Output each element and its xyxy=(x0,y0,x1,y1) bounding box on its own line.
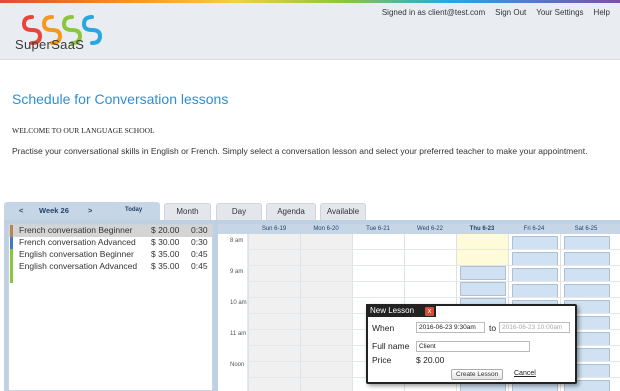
time-label: 8 am xyxy=(230,238,244,244)
settings-link[interactable]: Your Settings xyxy=(536,8,583,17)
sign-out-link[interactable]: Sign Out xyxy=(495,8,526,17)
help-link[interactable]: Help xyxy=(594,8,610,17)
welcome-heading: WELCOME TO OUR LANGUAGE SCHOOL xyxy=(12,126,155,135)
available-slot[interactable] xyxy=(460,282,506,296)
page-title: Schedule for Conversation lessons xyxy=(12,91,229,107)
service-price: $ 35.00 xyxy=(151,249,180,259)
service-price: $ 35.00 xyxy=(151,261,180,271)
available-slot[interactable] xyxy=(564,268,610,282)
available-slot[interactable] xyxy=(512,268,558,282)
service-item[interactable]: French conversation Beginner $ 20.00 0:30 xyxy=(9,225,212,237)
available-slot[interactable] xyxy=(512,236,558,250)
prev-week-button[interactable]: < xyxy=(19,206,23,215)
price-value: $ 20.00 xyxy=(416,355,445,365)
week-label: Week 26 xyxy=(39,206,69,215)
service-name: French conversation Advanced xyxy=(19,237,136,247)
time-label: 11 am xyxy=(230,331,247,337)
day-header[interactable]: Wed 6-22 xyxy=(404,224,456,234)
start-time-field[interactable]: 2016-06-23 9:30am xyxy=(416,322,485,333)
available-slot[interactable] xyxy=(512,284,558,298)
time-label: Noon xyxy=(230,362,245,368)
day-header[interactable]: Mon 6-20 xyxy=(300,224,352,234)
half-hour-line xyxy=(248,281,620,282)
brand-name: SuperSaaS xyxy=(15,37,85,52)
day-header[interactable]: Tue 6-21 xyxy=(352,224,404,234)
create-lesson-button[interactable]: Create Lesson xyxy=(451,369,504,380)
calendar-header: Sun 6-19 Mon 6-20 Tue 6-21 Wed 6-22 Thu 6-23… xyxy=(218,224,620,234)
cancel-link[interactable]: Cancel xyxy=(514,370,536,377)
tab-day[interactable]: Day xyxy=(216,203,262,220)
available-slot[interactable] xyxy=(460,266,506,280)
half-hour-line xyxy=(248,297,620,298)
time-label: 9 am xyxy=(230,269,244,275)
end-time-field[interactable]: 2016-06-23 10:00am xyxy=(499,322,570,333)
tab-month[interactable]: Month xyxy=(164,203,211,220)
service-duration: 0:45 xyxy=(191,249,208,259)
header: SuperSaaS Signed in as client@test.com S… xyxy=(0,3,620,60)
next-week-button[interactable]: > xyxy=(88,206,92,215)
day-header[interactable]: Fri 6-24 xyxy=(508,224,560,234)
available-slot[interactable] xyxy=(564,252,610,266)
service-item[interactable]: English conversation Advanced $ 35.00 0:45 xyxy=(9,261,212,283)
service-item[interactable]: French conversation Advanced $ 30.00 0:30 xyxy=(9,237,212,249)
full-name-field[interactable]: Client xyxy=(416,341,530,352)
tab-available[interactable]: Available xyxy=(320,203,366,220)
service-price: $ 30.00 xyxy=(151,237,180,247)
service-color-bar xyxy=(10,225,13,237)
service-color-bar xyxy=(10,261,13,283)
top-links: Signed in as client@test.com Sign Out Yo… xyxy=(382,8,610,17)
available-slot[interactable] xyxy=(512,252,558,266)
service-price: $ 20.00 xyxy=(151,225,180,235)
half-hour-line xyxy=(248,249,620,250)
when-label: When xyxy=(372,323,395,333)
service-duration: 0:45 xyxy=(191,261,208,271)
close-icon[interactable]: x xyxy=(425,307,434,316)
signed-in-text: Signed in as client@test.com xyxy=(381,8,486,17)
intro-text: Practise your conversational skills in E… xyxy=(12,146,588,156)
service-duration: 0:30 xyxy=(191,237,208,247)
service-item[interactable]: English conversation Beginner $ 35.00 0:45 xyxy=(9,249,212,261)
service-list: French conversation Beginner $ 20.00 0:30 F… xyxy=(8,224,213,391)
time-label: 10 am xyxy=(230,300,247,306)
to-label: to xyxy=(489,323,497,333)
day-header[interactable]: Sat 6-25 xyxy=(560,224,612,234)
day-header[interactable]: Thu 6-23 xyxy=(456,224,508,234)
full-name-label: Full name xyxy=(372,341,410,351)
half-hour-line xyxy=(248,265,620,266)
service-name: French conversation Beginner xyxy=(19,225,133,235)
view-tabs: < Week 26 > Today Month Day Agenda Avail… xyxy=(4,202,620,220)
service-color-bar xyxy=(10,249,13,261)
tab-agenda[interactable]: Agenda xyxy=(266,203,316,220)
price-label: Price xyxy=(372,355,392,365)
today-button[interactable]: Today xyxy=(125,207,142,213)
service-color-bar xyxy=(10,237,13,249)
week-navigator: < Week 26 > Today xyxy=(4,202,160,220)
time-column: 8 am 9 am 10 am 11 am Noon xyxy=(218,234,248,391)
available-slot[interactable] xyxy=(564,236,610,250)
service-name: English conversation Advanced xyxy=(19,261,138,271)
service-duration: 0:30 xyxy=(191,225,208,235)
new-lesson-popup: New Lesson x When 2016-06-23 9:30am to 2… xyxy=(366,304,577,384)
available-slot[interactable] xyxy=(564,284,610,298)
day-header[interactable]: Sun 6-19 xyxy=(248,224,300,234)
service-name: English conversation Beginner xyxy=(19,249,134,259)
